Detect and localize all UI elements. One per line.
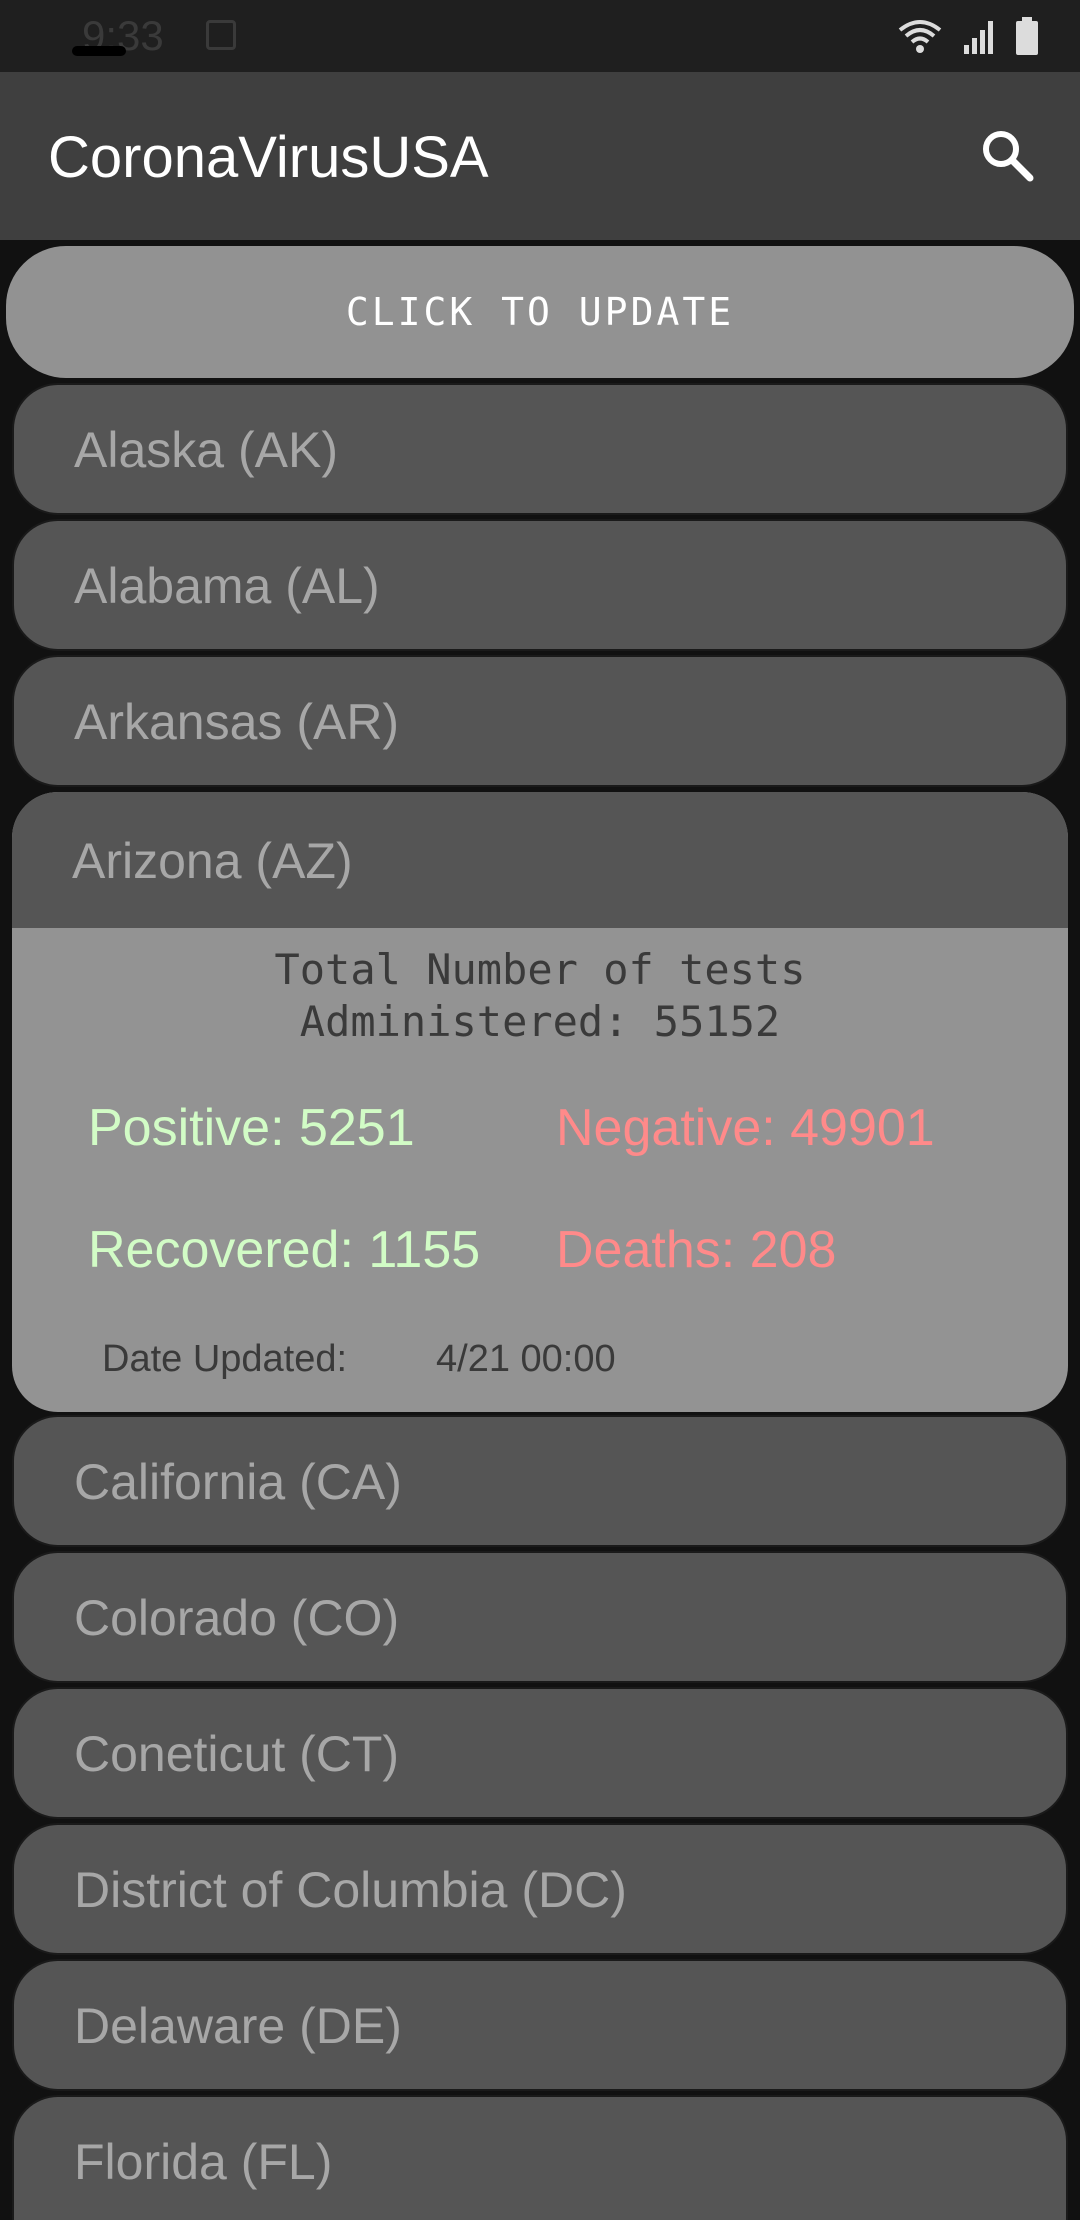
negative-count: Negative: 49901 (556, 1099, 935, 1157)
state-label: California (CA) (74, 1454, 402, 1510)
deaths-count: Deaths: 208 (556, 1221, 837, 1279)
state-item-de[interactable]: Delaware (DE) (12, 1959, 1068, 2091)
wifi-icon (896, 16, 944, 56)
state-item-ct[interactable]: Coneticut (CT) (12, 1687, 1068, 1819)
state-label: Alabama (AL) (74, 558, 380, 614)
signal-icon (962, 17, 996, 55)
positive-count: Positive: 5251 (88, 1099, 415, 1157)
search-icon (983, 131, 1034, 182)
camera-notch (72, 46, 126, 56)
search-button[interactable] (972, 120, 1042, 190)
tests-line-2: Administered: 55152 (299, 997, 781, 1046)
update-button[interactable]: CLICK TO UPDATE (6, 246, 1074, 378)
state-label: Coneticut (CT) (74, 1726, 400, 1782)
app-title: CoronaVirusUSA (48, 125, 489, 190)
state-item-az-expanded[interactable]: Arizona (AZ) Total Number of tests Admin… (12, 792, 1068, 1412)
state-item-ar[interactable]: Arkansas (AR) (12, 655, 1068, 787)
state-item-ca[interactable]: California (CA) (12, 1415, 1068, 1547)
state-item-al[interactable]: Alabama (AL) (12, 519, 1068, 651)
state-item-ak[interactable]: Alaska (AK) (12, 383, 1068, 515)
state-item-fl[interactable]: Florida (FL) (12, 2095, 1068, 2220)
battery-icon (1014, 16, 1040, 56)
state-label: Florida (FL) (74, 2134, 333, 2190)
state-item-dc[interactable]: District of Columbia (DC) (12, 1823, 1068, 1955)
recovered-count: Recovered: 1155 (88, 1221, 481, 1279)
state-item-co[interactable]: Colorado (CO) (12, 1551, 1068, 1683)
state-label: Colorado (CO) (74, 1590, 400, 1646)
state-label: Arkansas (AR) (74, 694, 400, 750)
date-updated-label: Date Updated: (102, 1338, 348, 1380)
tests-administered: Total Number of tests Administered: 5515… (12, 944, 1068, 1048)
tests-line-1: Total Number of tests (274, 945, 806, 994)
calendar-icon (206, 20, 236, 50)
app-bar: CoronaVirusUSA (0, 72, 1080, 240)
status-bar: 9:33 (0, 0, 1080, 72)
state-label: District of Columbia (DC) (74, 1862, 627, 1918)
status-icons (896, 16, 1040, 56)
state-header[interactable]: Arizona (AZ) (12, 792, 1068, 928)
state-label: Arizona (AZ) (72, 833, 353, 889)
date-updated-value: 4/21 00:00 (436, 1338, 616, 1380)
state-label: Delaware (DE) (74, 1998, 402, 2054)
state-label: Alaska (AK) (74, 422, 338, 478)
